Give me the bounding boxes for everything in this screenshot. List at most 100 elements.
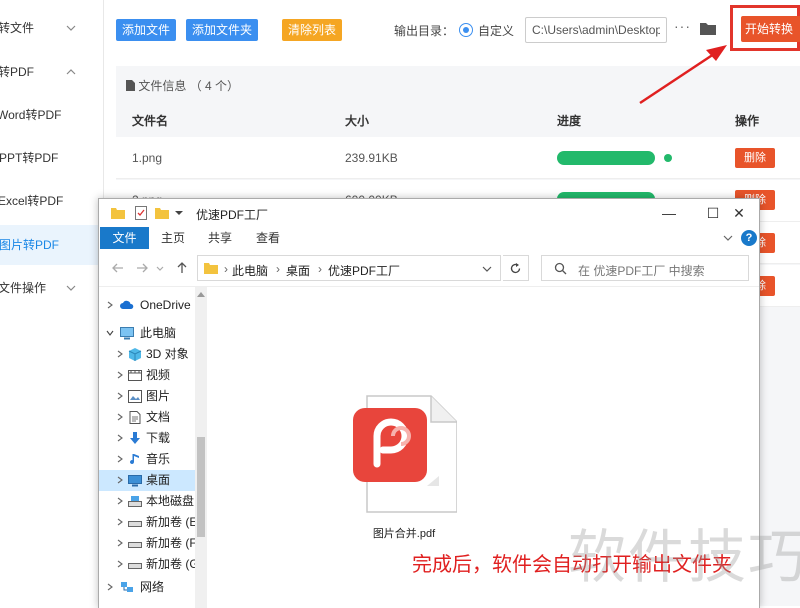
sidebar-item-label: 转文件 (0, 21, 35, 35)
sidebar-item-label: 转PDF (0, 65, 35, 79)
chevron-right-icon[interactable] (116, 413, 124, 421)
sidebar-item-ppt-to-pdf[interactable]: PPT转PDF (0, 138, 104, 178)
search-icon (554, 262, 567, 275)
col-header-name: 文件名 (132, 114, 169, 128)
sidebar-item-label: Excel转PDF (0, 194, 64, 208)
tab-file[interactable]: 文件 (100, 227, 149, 249)
tab-view[interactable]: 查看 (256, 227, 280, 249)
chevron-right-icon[interactable] (116, 350, 124, 358)
chevron-right-icon[interactable] (116, 434, 124, 442)
nav-item-local-disk[interactable]: 本地磁盘 (99, 491, 195, 512)
search-box[interactable]: 在 优速PDF工厂 中搜索 (541, 255, 749, 281)
back-arrow-icon[interactable] (111, 261, 125, 275)
start-convert-button[interactable]: 开始转换 (741, 16, 800, 42)
nav-item-network[interactable]: 网络 (99, 577, 195, 598)
search-placeholder: 在 优速PDF工厂 中搜索 (578, 264, 705, 278)
sidebar-item-convert-pdf[interactable]: 转PDF (0, 52, 104, 92)
nav-item-label: 本地磁盘 (146, 494, 195, 508)
breadcrumb-separator: › (224, 262, 228, 276)
pdf-file-item[interactable]: 图片合并.pdf (347, 390, 461, 550)
nav-item-music[interactable]: 音乐 (99, 449, 195, 470)
chevron-down-icon[interactable] (723, 233, 733, 243)
output-path-input[interactable] (525, 17, 667, 43)
chevron-right-icon[interactable] (116, 392, 124, 400)
pdf-file-name: 图片合并.pdf (372, 528, 436, 540)
more-options-button[interactable]: ··· (674, 18, 691, 34)
folder-icon (111, 208, 125, 219)
close-button[interactable]: ✕ (717, 199, 761, 227)
chevron-down-icon (66, 285, 76, 291)
sidebar-item-label: 文件操作 (0, 281, 47, 295)
quick-access-dropdown-icon[interactable] (175, 209, 183, 217)
chevron-right-icon[interactable] (116, 539, 124, 547)
nav-item-documents[interactable]: 文档 (99, 407, 195, 428)
recent-dropdown-icon[interactable] (155, 261, 165, 275)
nav-item-label: 图片 (146, 389, 171, 403)
chevron-down-icon[interactable] (106, 329, 114, 337)
sidebar-item-file-operations[interactable]: 文件操作 (0, 268, 104, 308)
desktop-icon (128, 475, 142, 487)
done-dot-icon (664, 154, 672, 162)
sidebar-item-label: Word转PDF (0, 108, 62, 122)
nav-item-label: OneDrive (140, 298, 191, 312)
nav-item-3d-objects[interactable]: 3D 对象 (99, 344, 195, 365)
clear-list-button[interactable]: 清除列表 (282, 19, 343, 41)
document-icon (126, 80, 135, 91)
breadcrumb-current[interactable]: 优速PDF工厂 (328, 262, 400, 279)
properties-icon[interactable] (135, 206, 147, 220)
add-file-button[interactable]: 添加文件 (116, 19, 177, 41)
address-bar[interactable]: › 此电脑 › 桌面 › 优速PDF工厂 (197, 255, 501, 281)
sidebar-item-excel-to-pdf[interactable]: Excel转PDF (0, 181, 104, 221)
scroll-thumb[interactable] (197, 437, 205, 537)
folder-icon[interactable] (699, 20, 717, 36)
sidebar-item-label: PPT转PDF (0, 151, 59, 165)
nav-item-this-pc[interactable]: 此电脑 (99, 323, 195, 344)
up-arrow-icon[interactable] (175, 261, 189, 275)
sidebar-item-image-to-pdf[interactable]: 图片转PDF (0, 225, 104, 265)
scroll-up-arrow-icon[interactable] (197, 291, 205, 297)
forward-arrow-icon[interactable] (135, 261, 149, 275)
minimize-button[interactable]: — (647, 199, 691, 227)
nav-item-volume-e[interactable]: 新加卷 (E (99, 512, 195, 533)
help-icon[interactable]: ? (741, 230, 757, 246)
nav-scrollbar[interactable] (195, 287, 207, 608)
chevron-down-icon (66, 25, 76, 31)
sidebar-item-convert-file[interactable]: 转文件 (0, 8, 104, 48)
sidebar-item-word-to-pdf[interactable]: Word转PDF (0, 95, 104, 135)
chevron-right-icon[interactable] (116, 518, 124, 526)
ribbon-tabs: 文件 主页 共享 查看 ? (99, 227, 759, 249)
breadcrumb-this-pc[interactable]: 此电脑 (232, 262, 268, 279)
new-folder-icon[interactable] (155, 206, 169, 220)
custom-radio[interactable] (459, 23, 473, 37)
cloud-icon (120, 300, 134, 309)
file-info-title-text: 文件信息 (138, 79, 187, 93)
tab-home[interactable]: 主页 (161, 227, 185, 249)
nav-item-label: 网络 (140, 580, 165, 594)
chevron-right-icon[interactable] (116, 455, 124, 463)
refresh-icon (510, 263, 521, 274)
breadcrumb-desktop[interactable]: 桌面 (286, 262, 310, 279)
nav-item-videos[interactable]: 视频 (99, 365, 195, 386)
nav-item-onedrive[interactable]: OneDrive (99, 295, 195, 316)
progress-bar (557, 151, 655, 165)
nav-item-label: 音乐 (146, 452, 171, 466)
chevron-right-icon[interactable] (116, 560, 124, 568)
add-folder-button[interactable]: 添加文件夹 (186, 19, 259, 41)
nav-item-downloads[interactable]: 下载 (99, 428, 195, 449)
nav-item-volume-f[interactable]: 新加卷 (F: (99, 533, 195, 554)
nav-item-volume-g[interactable]: 新加卷 (G (99, 554, 195, 575)
navigation-pane: OneDrive 此电脑 3D 对象 视频 图片 文档 下载 音乐 桌面 本地磁… (99, 287, 209, 608)
nav-item-pictures[interactable]: 图片 (99, 386, 195, 407)
refresh-button[interactable] (503, 255, 529, 281)
delete-button[interactable]: 删除 (735, 148, 775, 168)
chevron-right-icon[interactable] (106, 301, 114, 309)
explorer-title-bar: 优速PDF工厂 — ☐ ✕ (99, 199, 759, 227)
nav-item-desktop[interactable]: 桌面 (99, 470, 195, 491)
chevron-down-icon[interactable] (482, 265, 492, 273)
chevron-right-icon[interactable] (116, 497, 124, 505)
chevron-right-icon[interactable] (116, 476, 124, 484)
breadcrumb-separator: › (318, 262, 322, 276)
tab-share[interactable]: 共享 (208, 227, 232, 249)
chevron-right-icon[interactable] (116, 371, 124, 379)
chevron-right-icon[interactable] (106, 583, 114, 591)
